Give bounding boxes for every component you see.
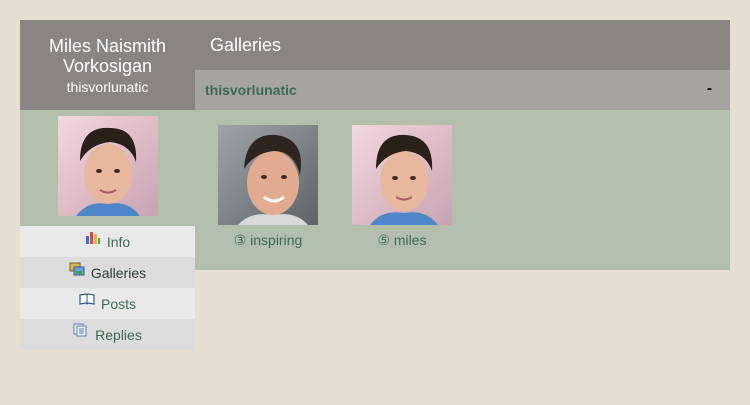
gallery-thumb-miles[interactable]: ⑤ miles [352, 125, 452, 249]
profile-sidebar: Miles Naismith Vorkosigan thisvorlunatic [20, 20, 195, 350]
galleries-icon [69, 262, 85, 276]
gallery-thumb-inspiring[interactable]: ③ inspiring [218, 125, 318, 249]
gallery-thumb-caption[interactable]: ⑤ miles [352, 232, 452, 249]
book-icon [79, 293, 95, 306]
menu-item-galleries-label: Galleries [90, 264, 147, 281]
menu-item-replies[interactable]: Replies [20, 319, 195, 350]
avatar[interactable] [58, 116, 158, 216]
gallery-thumb-caption[interactable]: ③ inspiring [218, 232, 318, 249]
replies-icon [73, 323, 89, 338]
menu-item-posts[interactable]: Posts [20, 288, 195, 319]
gallery-body: ③ inspiring ⑤ miles [195, 110, 730, 270]
gallery-header: thisvorlunatic - [195, 70, 730, 110]
menu-item-galleries[interactable]: Galleries [20, 257, 195, 288]
menu-item-info[interactable]: Info [20, 226, 195, 257]
profile-username: thisvorlunatic [66, 79, 149, 95]
gallery-thumb-image[interactable] [218, 125, 318, 225]
chart-icon [85, 231, 101, 244]
menu-item-info-label: Info [106, 233, 131, 250]
avatar-panel [20, 110, 195, 226]
gallery-title[interactable]: thisvorlunatic [205, 82, 297, 98]
menu-item-replies-label: Replies [95, 326, 142, 343]
page-title: Galleries [195, 20, 730, 70]
profile-name-line1: Miles Naismith [48, 36, 167, 56]
menu-item-posts-label: Posts [100, 295, 136, 312]
galleries-panel: Galleries thisvorlunatic - ③ inspiring ⑤… [195, 20, 730, 270]
profile-header: Miles Naismith Vorkosigan thisvorlunatic [20, 20, 195, 110]
gallery-thumb-image[interactable] [352, 125, 452, 225]
collapse-button[interactable]: - [707, 80, 712, 97]
profile-name-line2: Vorkosigan [62, 56, 153, 76]
